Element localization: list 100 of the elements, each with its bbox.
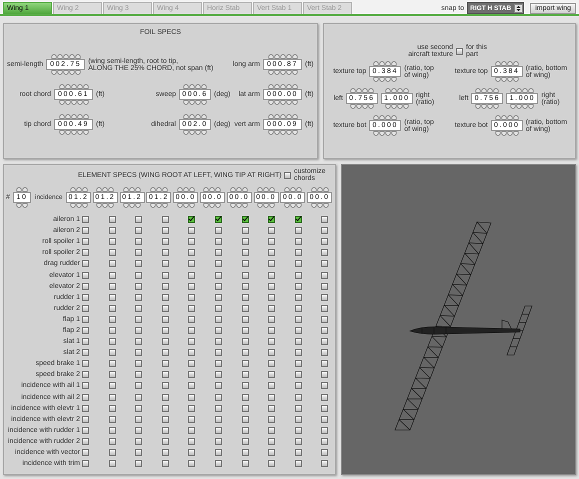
checkbox[interactable] — [242, 394, 249, 401]
checkbox[interactable] — [108, 216, 116, 224]
checkbox[interactable] — [135, 216, 142, 224]
checkbox[interactable] — [135, 272, 142, 279]
checkbox[interactable] — [242, 371, 249, 378]
checkbox[interactable] — [108, 349, 116, 356]
checkbox[interactable] — [82, 326, 89, 334]
checkbox[interactable] — [214, 249, 222, 256]
checkbox[interactable] — [135, 249, 142, 256]
decrement-arrows-icon[interactable] — [268, 70, 298, 76]
checkbox[interactable] — [82, 371, 89, 378]
checkbox[interactable] — [82, 316, 89, 323]
checkbox[interactable] — [214, 260, 222, 268]
updown-caret-icon[interactable] — [514, 4, 524, 12]
checkbox[interactable] — [108, 426, 116, 434]
decrement-arrows-icon[interactable] — [58, 130, 88, 136]
checkbox[interactable] — [135, 294, 142, 301]
checkbox[interactable] — [108, 249, 116, 256]
checkbox[interactable] — [294, 371, 302, 378]
checkbox[interactable] — [321, 338, 328, 346]
checkbox[interactable] — [82, 394, 89, 401]
checkbox[interactable] — [294, 260, 302, 268]
checkbox[interactable] — [135, 394, 142, 401]
checkbox[interactable] — [321, 349, 328, 356]
checkbox[interactable] — [214, 404, 222, 412]
checkbox[interactable] — [214, 382, 222, 390]
decrement-arrows-icon[interactable] — [70, 202, 88, 208]
checkbox[interactable] — [162, 326, 169, 334]
decrement-arrows-icon[interactable] — [183, 100, 207, 106]
checkbox[interactable] — [294, 394, 302, 401]
checkbox[interactable] — [82, 449, 89, 456]
checkbox[interactable] — [108, 394, 116, 401]
checkbox[interactable] — [294, 316, 302, 323]
checkbox[interactable] — [268, 449, 276, 456]
checkbox[interactable] — [214, 304, 222, 312]
checkbox[interactable] — [294, 326, 302, 334]
checkbox[interactable] — [135, 304, 142, 312]
decrement-arrows-icon[interactable] — [203, 202, 222, 208]
checkbox[interactable] — [294, 294, 302, 301]
checkbox[interactable] — [321, 416, 328, 423]
decrement-arrows-icon[interactable] — [176, 202, 195, 208]
checkbox[interactable] — [135, 349, 142, 356]
decrement-arrows-icon[interactable] — [510, 104, 534, 110]
checkbox[interactable] — [188, 316, 196, 323]
checkbox[interactable] — [321, 272, 328, 279]
checkbox[interactable] — [214, 426, 222, 434]
increment-arrows-icon[interactable] — [183, 113, 207, 119]
checkbox[interactable] — [214, 371, 222, 378]
checkbox[interactable] — [242, 382, 249, 390]
checkbox[interactable] — [268, 349, 276, 356]
checkbox[interactable] — [135, 227, 142, 234]
checkbox[interactable] — [162, 416, 169, 423]
checkbox[interactable] — [135, 382, 142, 390]
checkbox[interactable] — [162, 438, 169, 445]
increment-arrows-icon[interactable] — [203, 186, 222, 192]
checkbox[interactable] — [321, 260, 328, 268]
checkbox[interactable] — [135, 371, 142, 378]
checkbox[interactable] — [321, 460, 328, 468]
checkbox[interactable] — [108, 316, 116, 323]
checkbox[interactable] — [294, 272, 302, 279]
checkbox[interactable] — [321, 382, 328, 390]
checkbox[interactable] — [214, 360, 222, 368]
checkbox[interactable] — [108, 438, 116, 445]
checkbox[interactable] — [188, 338, 196, 346]
increment-arrows-icon[interactable] — [150, 186, 168, 192]
checkbox[interactable] — [268, 460, 276, 468]
checkbox[interactable] — [82, 438, 89, 445]
checkbox[interactable] — [242, 227, 249, 234]
checkbox[interactable] — [214, 449, 222, 456]
checkbox[interactable] — [108, 382, 116, 390]
checkbox[interactable] — [321, 216, 328, 224]
decrement-arrows-icon[interactable] — [384, 104, 409, 110]
checkbox[interactable] — [321, 316, 328, 323]
checkbox[interactable] — [321, 282, 328, 290]
checkbox[interactable] — [162, 338, 169, 346]
checkbox[interactable] — [321, 294, 328, 301]
checkbox[interactable] — [162, 349, 169, 356]
checkbox[interactable] — [188, 416, 196, 423]
checkbox[interactable] — [214, 216, 222, 224]
checkbox[interactable] — [82, 382, 89, 390]
increment-arrows-icon[interactable] — [510, 87, 534, 93]
checkbox[interactable] — [268, 294, 276, 301]
decrement-arrows-icon[interactable] — [494, 77, 519, 83]
checkbox[interactable] — [242, 438, 249, 445]
decrement-arrows-icon[interactable] — [268, 130, 298, 136]
checkbox[interactable] — [268, 338, 276, 346]
checkbox[interactable] — [82, 249, 89, 256]
checkbox[interactable] — [321, 404, 328, 412]
checkbox[interactable] — [214, 294, 222, 301]
increment-arrows-icon[interactable] — [16, 186, 28, 192]
checkbox[interactable] — [82, 426, 89, 434]
checkbox[interactable] — [162, 449, 169, 456]
checkbox[interactable] — [188, 360, 196, 368]
checkbox[interactable] — [268, 394, 276, 401]
increment-arrows-icon[interactable] — [230, 186, 248, 192]
checkbox[interactable] — [294, 227, 302, 234]
checkbox[interactable] — [214, 416, 222, 423]
checkbox[interactable] — [108, 360, 116, 368]
checkbox[interactable] — [294, 338, 302, 346]
checkbox[interactable] — [108, 238, 116, 246]
